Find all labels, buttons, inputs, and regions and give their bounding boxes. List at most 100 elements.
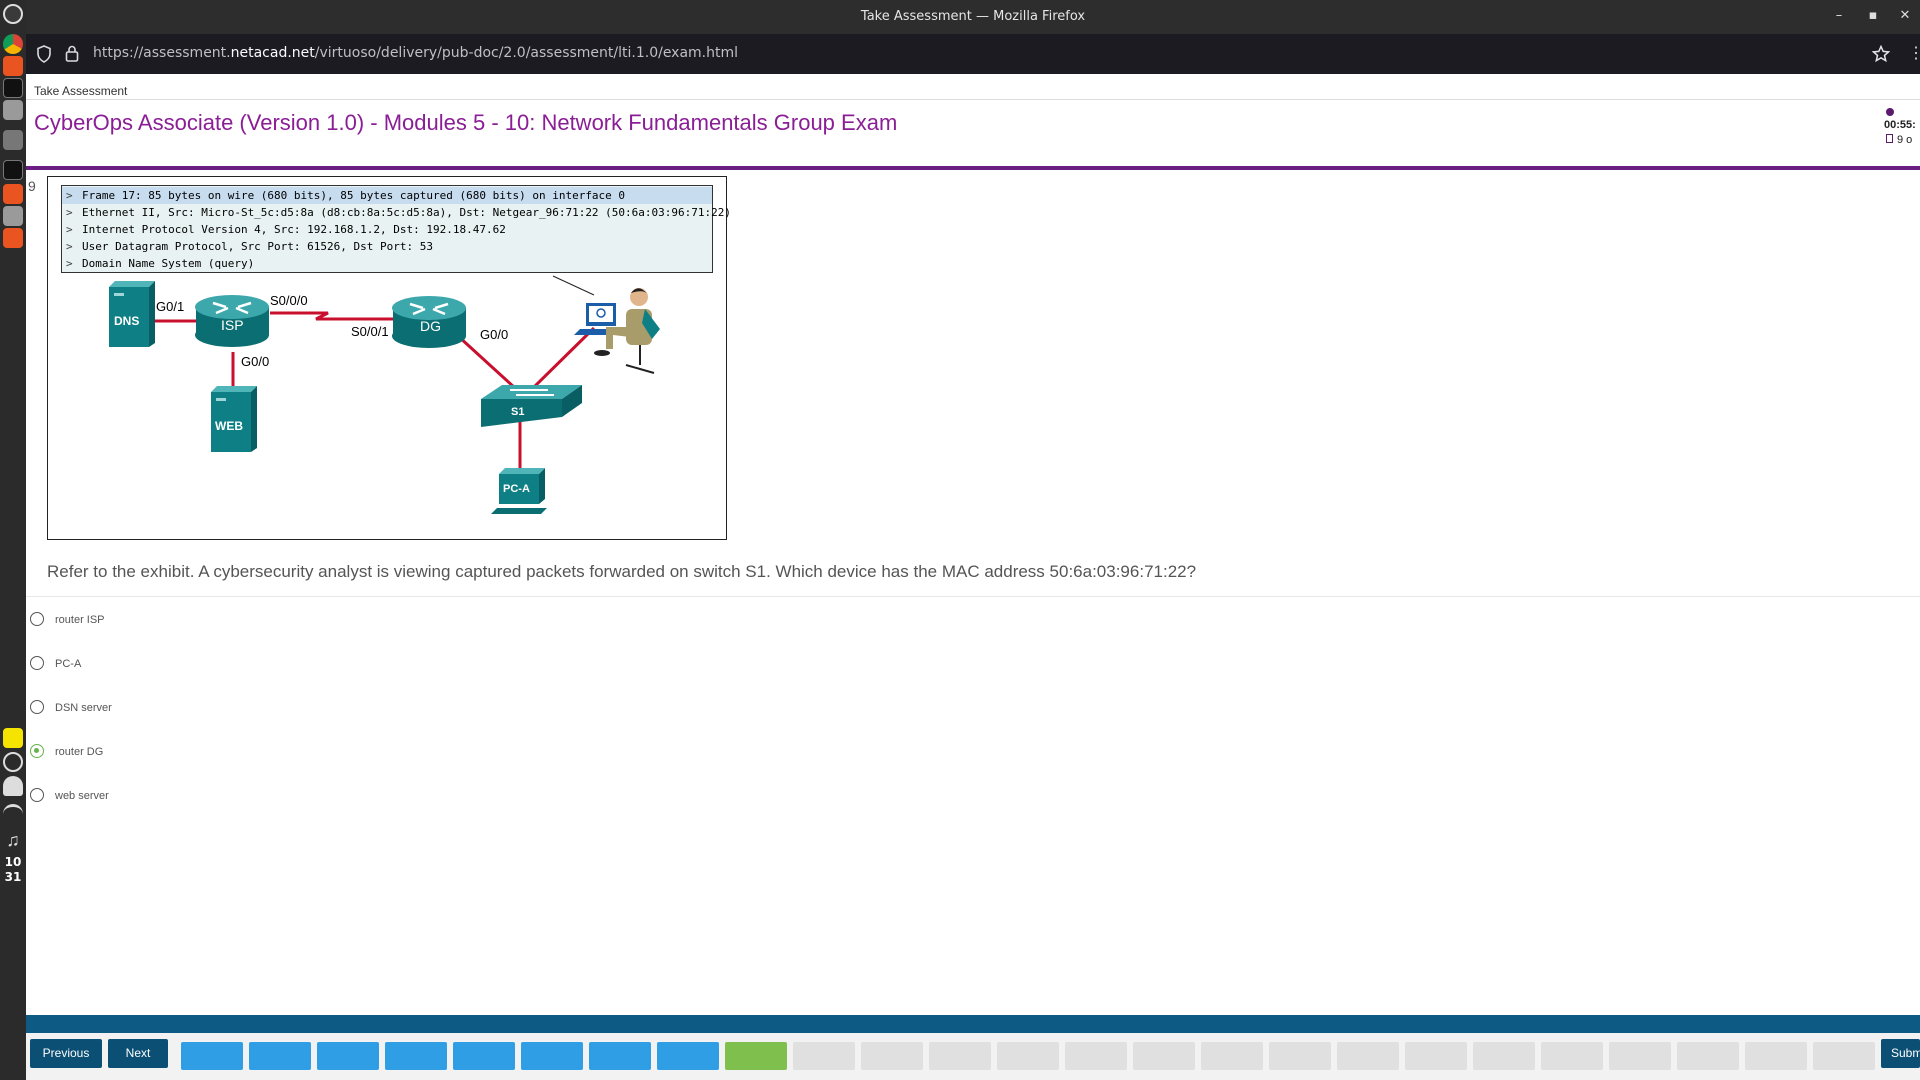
mint-menu-icon[interactable] (3, 4, 23, 24)
minimize-button[interactable]: – (1831, 8, 1847, 24)
ubuntu-software-icon[interactable] (3, 228, 23, 248)
music-icon[interactable]: ♫ (3, 830, 23, 850)
question-nav-box[interactable] (1541, 1042, 1603, 1070)
url-path: /virtuoso/delivery/pub-doc/2.0/assessmen… (314, 45, 739, 61)
lightbulb-icon[interactable] (3, 752, 23, 772)
wifi-icon[interactable] (3, 804, 23, 824)
timer-value: 00:55: (1884, 119, 1916, 131)
radio-button[interactable] (30, 700, 44, 714)
radio-button[interactable] (30, 612, 44, 626)
lock-icon[interactable] (65, 45, 79, 62)
divider (26, 99, 1920, 100)
page-title: CyberOps Associate (Version 1.0) - Modul… (34, 110, 898, 135)
question-nav-box[interactable] (385, 1042, 447, 1070)
question-nav-box[interactable] (1609, 1042, 1671, 1070)
question-text: Refer to the exhibit. A cybersecurity an… (47, 562, 1197, 581)
question-nav-box[interactable] (1201, 1042, 1263, 1070)
interface-label: G0/0 (480, 327, 509, 342)
url-field[interactable]: https://assessment.netacad.net/virtuoso/… (93, 45, 738, 61)
bookmark-star-icon[interactable] (1872, 45, 1890, 63)
device-label-dg: DG (420, 318, 441, 334)
chrome-icon[interactable] (3, 34, 23, 54)
shield-icon[interactable] (36, 45, 52, 63)
question-nav-box[interactable] (657, 1042, 719, 1070)
question-nav-box[interactable] (1065, 1042, 1127, 1070)
question-nav-box[interactable] (453, 1042, 515, 1070)
clock-minute: 31 (4, 870, 22, 884)
ubuntu-software-icon[interactable] (3, 56, 23, 76)
page-content: Take Assessment CyberOps Associate (Vers… (26, 74, 1920, 1080)
footer-band (26, 1015, 1920, 1033)
terminal-icon[interactable] (3, 160, 23, 180)
option-label[interactable]: router ISP (55, 614, 105, 626)
question-nav-box[interactable] (181, 1042, 243, 1070)
url-domain: netacad.net (230, 45, 315, 61)
radio-button[interactable] (30, 788, 44, 802)
network-topology (109, 275, 660, 514)
option-label[interactable]: DSN server (55, 702, 112, 714)
ubuntu-software-icon[interactable] (3, 184, 23, 204)
question-nav-box[interactable] (1677, 1042, 1739, 1070)
submit-button[interactable]: Subm (1881, 1039, 1920, 1068)
question-progress: 9 o (1897, 134, 1913, 146)
question-nav-box[interactable] (1337, 1042, 1399, 1070)
files-icon[interactable] (3, 100, 23, 120)
interface-label: S0/0/1 (351, 324, 389, 339)
analyst-icon (574, 288, 660, 374)
device-label-web: WEB (215, 419, 243, 433)
exhibit-figure: > Frame 17: 85 bytes on wire (680 bits), … (47, 176, 731, 540)
clock-hour: 10 (4, 855, 22, 869)
radio-button-selected[interactable] (30, 744, 44, 758)
option-label[interactable]: web server (55, 790, 109, 802)
question-nav-box[interactable] (521, 1042, 583, 1070)
menu-icon[interactable]: ⋮ (1908, 43, 1920, 63)
device-label-s1: S1 (511, 406, 525, 418)
question-navigation: Previous Next Subm (26, 1033, 1920, 1080)
interface-label: G0/0 (241, 354, 270, 369)
navigation-toolbar: https://assessment.netacad.net/virtuoso/… (26, 34, 1920, 74)
header-accent-bar (26, 166, 1920, 170)
device-label-pc-a: PC-A (503, 483, 530, 495)
question-nav-box[interactable] (249, 1042, 311, 1070)
question-nav-box[interactable] (1269, 1042, 1331, 1070)
timer-panel: 00:55: 9 o (1884, 108, 1916, 146)
option-label[interactable]: router DG (55, 746, 103, 758)
question-nav-box[interactable] (1405, 1042, 1467, 1070)
terminal-icon[interactable] (3, 78, 23, 98)
window-titlebar: Take Assessment — Mozilla Firefox – ▪ ✕ (26, 0, 1920, 34)
question-number: 9 (28, 178, 36, 194)
window-title: Take Assessment — Mozilla Firefox (860, 9, 1086, 24)
question-nav-box[interactable] (861, 1042, 923, 1070)
question-nav-box[interactable] (929, 1042, 991, 1070)
divider (26, 596, 1920, 597)
device-label-isp: ISP (221, 317, 244, 333)
option-label[interactable]: PC-A (55, 658, 81, 670)
window-icon[interactable] (3, 130, 23, 150)
switch-s1-icon (481, 385, 582, 427)
taskbar: ♫ 10 31 (0, 0, 26, 1080)
question-nav-box[interactable] (1745, 1042, 1807, 1070)
question-nav-box[interactable] (997, 1042, 1059, 1070)
files-icon[interactable] (3, 206, 23, 226)
breadcrumb: Take Assessment (34, 84, 128, 98)
question-nav-box[interactable] (1473, 1042, 1535, 1070)
interface-label: S0/0/0 (270, 293, 308, 308)
close-button[interactable]: ✕ (1897, 8, 1913, 24)
maximize-button[interactable]: ▪ (1865, 8, 1881, 24)
question-nav-box[interactable] (1813, 1042, 1875, 1070)
question-nav-box[interactable] (725, 1042, 787, 1070)
notes-icon[interactable] (3, 728, 23, 748)
url-prefix: https://assessment. (93, 45, 231, 61)
interface-label: G0/1 (156, 299, 185, 314)
device-label-dns: DNS (114, 314, 140, 328)
user-icon[interactable] (3, 776, 23, 796)
question-nav-box[interactable] (317, 1042, 379, 1070)
next-button[interactable]: Next (108, 1039, 168, 1068)
question-nav-box[interactable] (793, 1042, 855, 1070)
question-nav-box[interactable] (589, 1042, 651, 1070)
clock-icon (1886, 108, 1894, 116)
document-icon (1886, 134, 1893, 143)
previous-button[interactable]: Previous (30, 1039, 102, 1068)
radio-button[interactable] (30, 656, 44, 670)
question-nav-box[interactable] (1133, 1042, 1195, 1070)
